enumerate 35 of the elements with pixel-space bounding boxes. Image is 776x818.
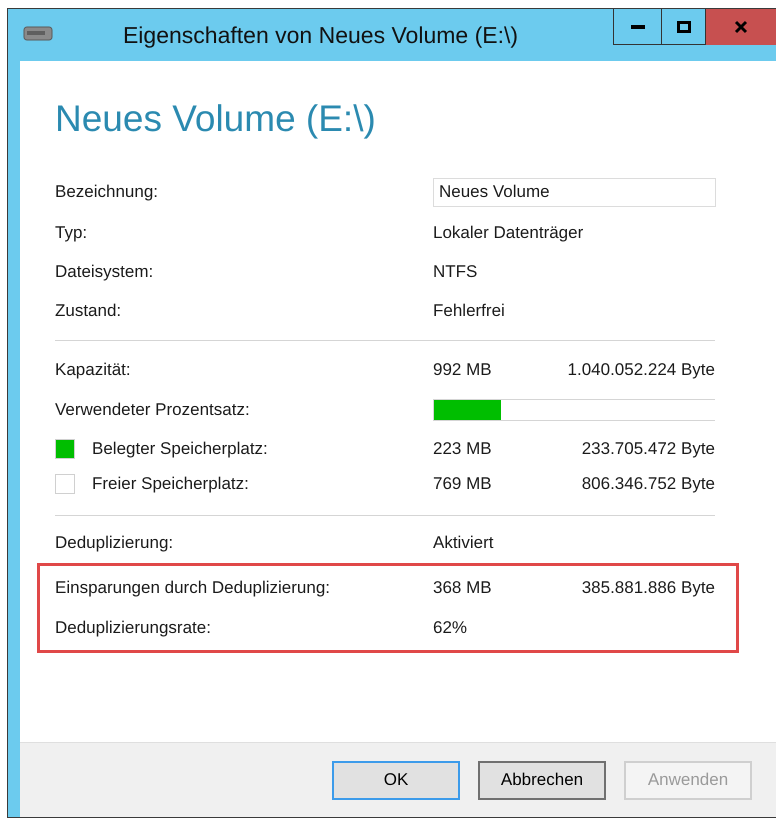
field-label: Einsparungen durch Deduplizierung: <box>55 577 330 600</box>
close-icon <box>734 20 748 34</box>
dialog-button[interactable]: Abbrechen <box>478 760 606 800</box>
byte-value: 806.346.752 Byte <box>580 472 715 495</box>
field-value: Aktiviert <box>433 533 494 552</box>
byte-value: 1.040.052.224 Byte <box>566 359 715 382</box>
dialog-button[interactable]: OK <box>332 760 460 800</box>
field-label: Deduplizierung: <box>55 532 174 554</box>
field-label: Zustand: <box>55 300 122 322</box>
minimize-icon <box>630 24 644 28</box>
field-label: Verwendeter Prozentsatz: <box>55 400 250 420</box>
field-label: Deduplizierungsrate: <box>55 617 211 640</box>
field-label: Bezeichnung: <box>55 182 158 202</box>
field-value: Lokaler Datenträger <box>433 222 584 242</box>
drive-icon <box>23 26 53 41</box>
field-value: Fehlerfrei <box>433 300 505 320</box>
byte-value: 385.881.886 Byte <box>580 577 715 600</box>
field-label: Freier Speicherplatz: <box>92 472 249 495</box>
byte-value: 233.705.472 Byte <box>580 438 715 460</box>
field-value: 368 MB <box>433 578 492 598</box>
field-label: Dateisystem: <box>55 260 154 283</box>
field-label: Belegter Speicherplatz: <box>92 438 268 460</box>
field-value: 992 MB <box>433 360 492 380</box>
field-label: Typ: <box>55 222 88 244</box>
window-title: Eigenschaften von Neues Volume (E:\) <box>122 20 518 50</box>
field-value: NTFS <box>433 262 478 281</box>
field-value: 769 MB <box>433 474 492 493</box>
field-value: 62% <box>433 618 468 638</box>
close-button[interactable] <box>706 9 776 45</box>
maximize-icon <box>676 20 690 32</box>
minimize-button[interactable] <box>613 9 662 45</box>
field-label: Kapazität: <box>55 359 131 382</box>
field-value: 223 MB <box>433 438 492 458</box>
label-input[interactable]: Neues Volume <box>433 178 716 206</box>
volume-heading: Neues Volume (E:\) <box>55 98 376 139</box>
